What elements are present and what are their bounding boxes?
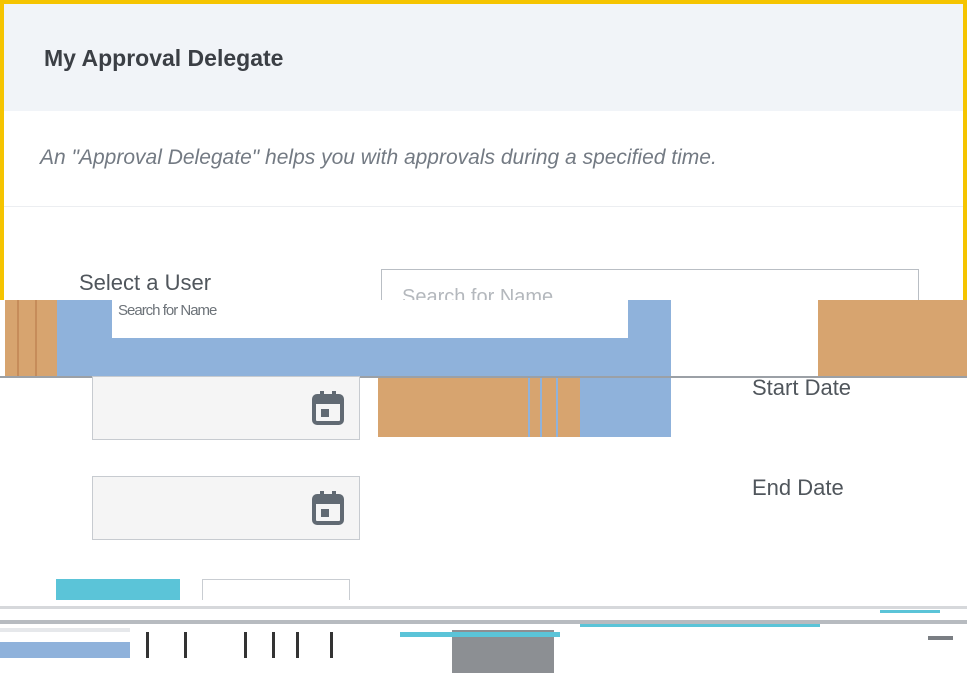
calendar-icon[interactable] bbox=[311, 390, 345, 426]
end-date-input[interactable] bbox=[92, 476, 360, 540]
divider bbox=[4, 206, 963, 207]
render-artifact bbox=[5, 300, 57, 378]
approval-delegate-dialog: My Approval Delegate An "Approval Delega… bbox=[0, 0, 967, 673]
end-date-label: End Date bbox=[752, 475, 844, 500]
select-user-label: Select a User bbox=[79, 270, 212, 295]
user-search-placeholder: Search for Name bbox=[402, 286, 554, 300]
render-artifact bbox=[378, 378, 580, 437]
render-artifact: Search for Name bbox=[112, 300, 628, 338]
render-artifact bbox=[580, 378, 671, 437]
user-search-hint: Search for Name bbox=[118, 302, 217, 319]
start-date-label: Start Date bbox=[752, 375, 852, 400]
calendar-icon[interactable] bbox=[311, 490, 345, 526]
dialog-header: My Approval Delegate bbox=[4, 4, 963, 111]
render-artifact bbox=[0, 600, 967, 673]
dialog-title: My Approval Delegate bbox=[44, 45, 284, 71]
start-date-input[interactable] bbox=[92, 376, 360, 440]
dialog-description: An "Approval Delegate" helps you with ap… bbox=[40, 146, 717, 169]
user-search-input[interactable]: Search for Name bbox=[381, 269, 919, 300]
render-artifact bbox=[818, 300, 967, 376]
